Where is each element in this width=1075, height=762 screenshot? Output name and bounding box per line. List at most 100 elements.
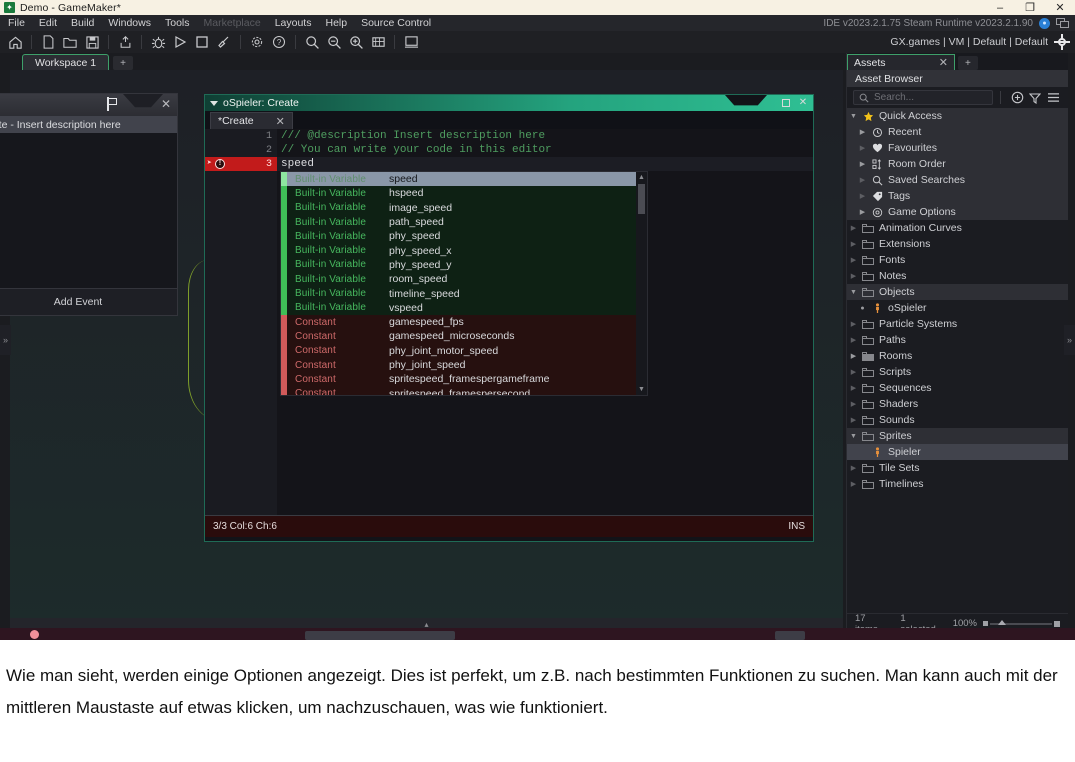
autocomplete-item[interactable]: Built-in Variable phy_speed	[281, 229, 636, 244]
chevron-right-icon[interactable]: ▶	[856, 208, 869, 216]
tree-row-favourites[interactable]: ▶ Favourites	[847, 140, 1068, 156]
minimize-button[interactable]: –	[985, 0, 1015, 15]
menu-windows[interactable]: Windows	[101, 15, 158, 31]
close-button[interactable]: ✕	[1045, 0, 1075, 15]
chevron-right-icon[interactable]: ▶	[856, 128, 869, 136]
menu-help[interactable]: Help	[318, 15, 354, 31]
add-assets-tab-button[interactable]: +	[958, 56, 978, 70]
autocomplete-item[interactable]: Built-in Variable hspeed	[281, 186, 636, 201]
tree-row-extensions[interactable]: ▶ Extensions	[847, 236, 1068, 252]
menu-source-control[interactable]: Source Control	[354, 15, 438, 31]
tree-row-objects[interactable]: ▼ Objects	[847, 284, 1068, 300]
tab-assets[interactable]: Assets ✕	[847, 54, 955, 70]
autocomplete-item[interactable]: Constant gamespeed_microseconds	[281, 329, 636, 344]
right-panel-expand-handle[interactable]: »	[1064, 325, 1075, 355]
workspace-tab-1[interactable]: Workspace 1	[22, 54, 110, 70]
tree-row-room-order[interactable]: ▶ Room Order	[847, 156, 1068, 172]
collapse-triangle-icon[interactable]	[210, 100, 218, 106]
scroll-up-icon[interactable]: ▲	[636, 172, 647, 183]
autocomplete-item[interactable]: Constant gamespeed_fps	[281, 314, 636, 330]
help-question-icon[interactable]: ?	[268, 32, 290, 52]
open-folder-icon[interactable]	[59, 32, 81, 52]
code-tab-create[interactable]: *Create ✕	[210, 112, 293, 129]
autocomplete-item[interactable]: Constant phy_joint_motor_speed	[281, 343, 636, 358]
scroll-down-icon[interactable]: ▼	[636, 384, 647, 395]
chevron-right-icon[interactable]: ▶	[847, 480, 860, 488]
maximize-button[interactable]: ❐	[1015, 0, 1045, 15]
autocomplete-item[interactable]: Constant spritespeed_framespergameframe	[281, 372, 636, 387]
chevron-right-icon[interactable]: ▶	[856, 176, 869, 184]
events-panel-close-icon[interactable]: ✕	[161, 98, 171, 110]
autocomplete-scrollbar[interactable]: ▲ ▼	[636, 172, 647, 395]
add-workspace-button[interactable]: +	[113, 56, 133, 70]
chevron-right-icon[interactable]: ▶	[847, 224, 860, 232]
autocomplete-popup[interactable]: Built-in Variable speed Built-in Variabl…	[280, 171, 648, 396]
autocomplete-list[interactable]: Built-in Variable speed Built-in Variabl…	[281, 172, 636, 395]
tree-row-shaders[interactable]: ▶ Shaders	[847, 396, 1068, 412]
home-icon[interactable]	[4, 32, 26, 52]
autocomplete-item[interactable]: Constant phy_joint_speed	[281, 357, 636, 373]
save-icon[interactable]	[81, 32, 103, 52]
code-editor-titlebar[interactable]: oSpieler: Create ✕	[205, 95, 813, 111]
filter-funnel-icon[interactable]	[1026, 90, 1044, 106]
code-text-area[interactable]: /// @description Insert description here…	[277, 129, 813, 515]
chevron-right-icon[interactable]: ▶	[856, 192, 869, 200]
chevron-right-icon[interactable]: ▶	[847, 464, 860, 472]
clean-broom-icon[interactable]	[213, 32, 235, 52]
asset-search-field[interactable]: Search...	[853, 90, 993, 105]
menu-edit[interactable]: Edit	[32, 15, 64, 31]
chevron-right-icon[interactable]: ▶	[847, 336, 860, 344]
tree-row-game-options[interactable]: ▶ Game Options	[847, 204, 1068, 220]
line-number-error[interactable]: ➤ ! 3	[205, 157, 277, 171]
add-event-button[interactable]: Add Event	[0, 288, 177, 315]
autocomplete-item[interactable]: Built-in Variable speed	[281, 172, 636, 187]
target-crosshair-icon[interactable]	[1054, 34, 1070, 50]
tree-row-timelines[interactable]: ▶ Timelines	[847, 476, 1068, 492]
tree-row-tile-sets[interactable]: ▶ Tile Sets	[847, 460, 1068, 476]
zoom-slider-thumb[interactable]	[998, 619, 1006, 625]
debug-bug-icon[interactable]	[147, 32, 169, 52]
autocomplete-item[interactable]: Built-in Variable path_speed	[281, 214, 636, 230]
menu-hamburger-icon[interactable]	[1044, 90, 1062, 106]
autocomplete-item[interactable]: Built-in Variable room_speed	[281, 272, 636, 287]
menu-file[interactable]: File	[0, 15, 32, 31]
preferences-gear-icon[interactable]	[246, 32, 268, 52]
scrollbar-thumb[interactable]	[638, 184, 645, 214]
chevron-right-icon[interactable]: ▶	[856, 160, 869, 168]
code-maximize-button[interactable]	[779, 96, 793, 109]
display-monitor-icon[interactable]	[400, 32, 422, 52]
menu-tools[interactable]: Tools	[158, 15, 197, 31]
event-list-item-create[interactable]: eate - Insert description here	[0, 116, 177, 133]
left-panel-expand-handle[interactable]: »	[0, 325, 11, 355]
tree-row-sprites[interactable]: ▼ Sprites	[847, 428, 1068, 444]
chat-bubble-icon[interactable]	[1056, 17, 1070, 29]
new-file-icon[interactable]	[37, 32, 59, 52]
add-asset-icon[interactable]	[1008, 90, 1026, 106]
events-list-body[interactable]	[0, 133, 177, 288]
tree-row-recent[interactable]: ▶ Recent	[847, 124, 1068, 140]
stop-icon[interactable]	[191, 32, 213, 52]
autocomplete-item[interactable]: Built-in Variable image_speed	[281, 200, 636, 215]
menu-build[interactable]: Build	[64, 15, 101, 31]
tree-row-paths[interactable]: ▶ Paths	[847, 332, 1068, 348]
code-editor-area[interactable]: 1 2 ➤ ! 3 /// @description Insert descri…	[205, 129, 813, 515]
play-run-icon[interactable]	[169, 32, 191, 52]
chevron-right-icon[interactable]: ▶	[847, 352, 860, 360]
chevron-down-icon[interactable]: ▼	[847, 289, 860, 296]
zoom-reset-icon[interactable]	[323, 32, 345, 52]
assets-tab-close-icon[interactable]: ✕	[939, 56, 948, 69]
fit-to-screen-icon[interactable]	[367, 32, 389, 52]
chevron-right-icon[interactable]: ▶	[847, 416, 860, 424]
tree-row-notes[interactable]: ▶ Notes	[847, 268, 1068, 284]
tree-row-scripts[interactable]: ▶ Scripts	[847, 364, 1068, 380]
user-avatar-icon[interactable]: ●	[1039, 17, 1050, 29]
code-tab-close-icon[interactable]: ✕	[276, 115, 285, 128]
chevron-right-icon[interactable]: ▶	[847, 400, 860, 408]
chevron-right-icon[interactable]: ▶	[847, 368, 860, 376]
tree-row-fonts[interactable]: ▶ Fonts	[847, 252, 1068, 268]
tree-row-particle-systems[interactable]: ▶ Particle Systems	[847, 316, 1068, 332]
chevron-down-icon[interactable]: ▼	[847, 433, 860, 440]
chevron-right-icon[interactable]: ▶	[847, 256, 860, 264]
tree-row-sequences[interactable]: ▶ Sequences	[847, 380, 1068, 396]
tree-row-spieler[interactable]: Spieler	[847, 444, 1068, 460]
